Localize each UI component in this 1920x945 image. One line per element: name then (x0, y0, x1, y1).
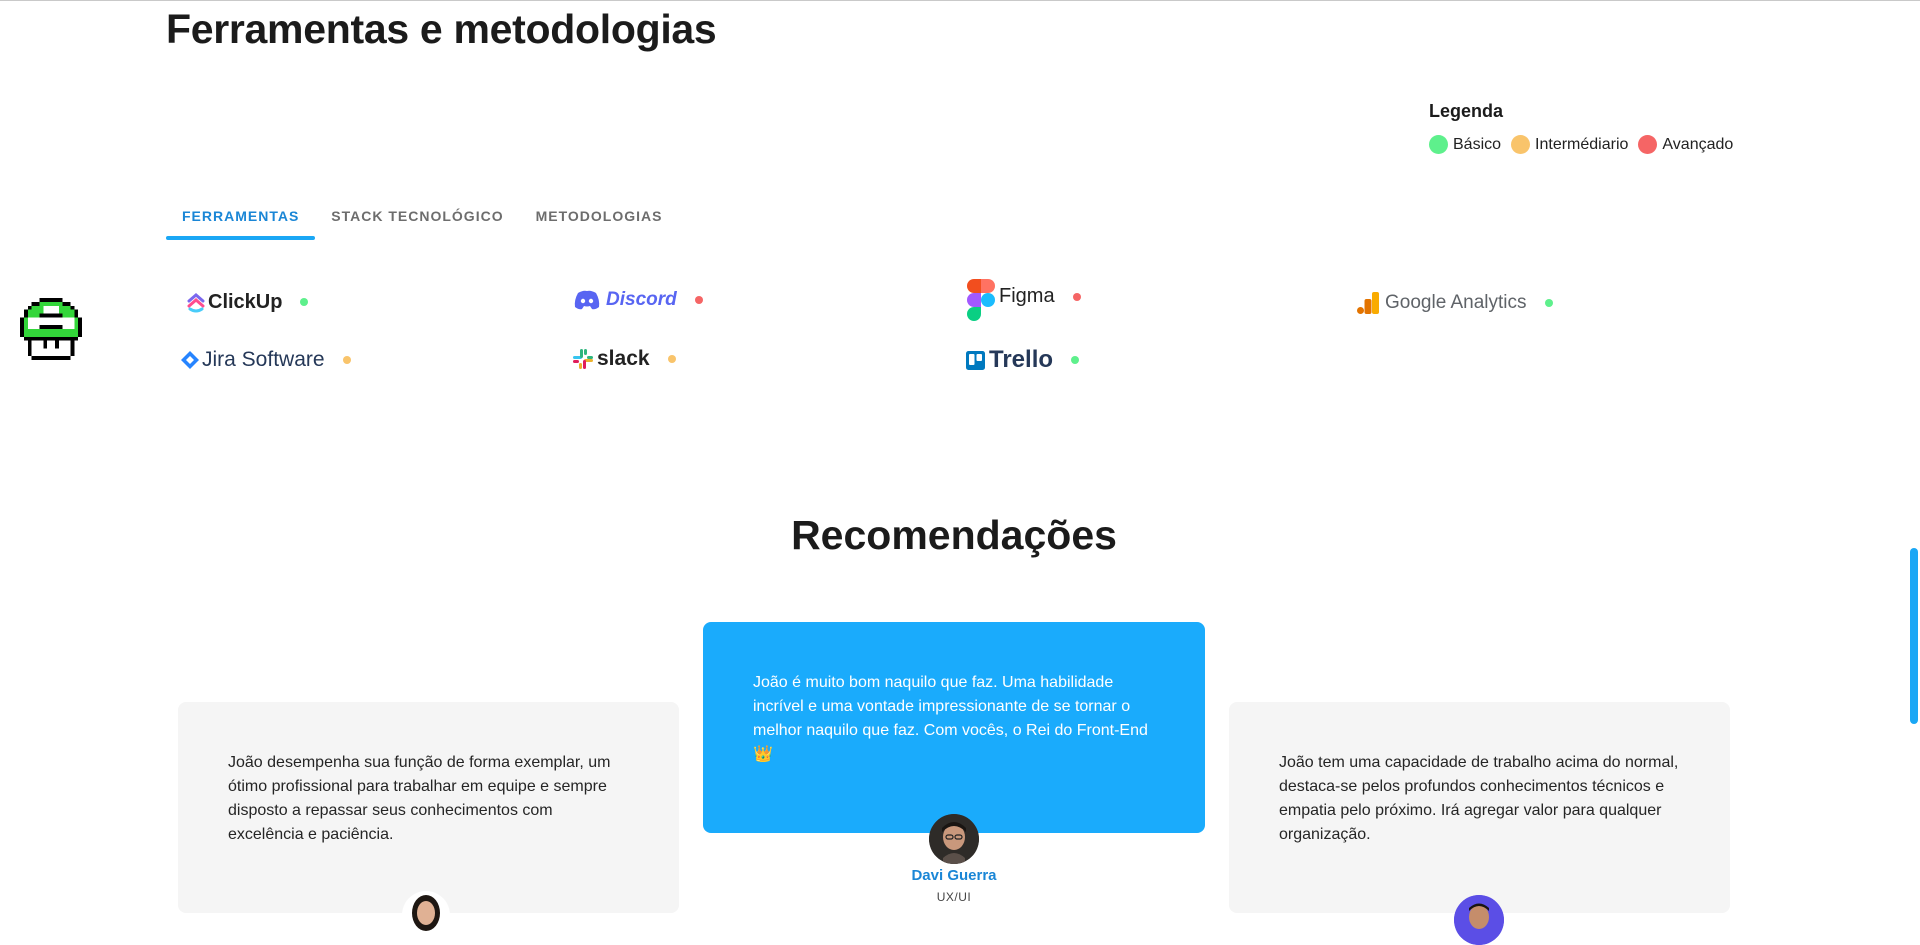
intermediate-dot-icon (1511, 135, 1531, 154)
tab-stack-tecnologico[interactable]: STACK TECNOLÓGICO (315, 200, 519, 240)
tool-name: Google Analytics (1385, 292, 1527, 313)
tool-name: slack (597, 347, 650, 370)
recommender-role: UX/UI (936, 890, 972, 904)
level-intermediate-dot-icon (342, 356, 351, 364)
tab-bar: FERRAMENTAS STACK TECNOLÓGICO METODOLOGI… (166, 200, 678, 240)
tool-slack: slack (573, 339, 676, 379)
level-basic-dot-icon (1544, 299, 1553, 307)
tool-clickup: ClickUp (186, 282, 309, 322)
legend-title: Legenda (1429, 101, 1504, 121)
tool-google-analytics: Google Analytics (1357, 283, 1553, 323)
trello-logo-icon (966, 350, 985, 370)
legend-label: Avançado (1662, 135, 1734, 153)
google-analytics-logo-icon (1357, 292, 1379, 314)
section-title: Ferramentas e metodologias (166, 6, 717, 52)
figma-logo-icon (967, 279, 995, 321)
tool-trello: Trello (966, 340, 1080, 380)
clickup-logo-icon (187, 293, 205, 313)
level-intermediate-dot-icon (667, 355, 676, 363)
level-basic-dot-icon (1071, 356, 1080, 364)
tool-name: Discord (606, 289, 677, 310)
recommendation-card: João tem uma capacidade de trabalho acim… (1229, 702, 1730, 913)
legend-item-basic: Básico (1429, 135, 1501, 154)
legend-item-advanced: Avançado (1638, 135, 1733, 154)
tab-ferramentas[interactable]: FERRAMENTAS (166, 200, 316, 240)
tool-jira: Jira Software (181, 340, 351, 380)
recommendations-title: Recomendações (791, 512, 1117, 558)
basic-dot-icon (1429, 135, 1448, 154)
recommendation-card: João desempenha sua função de forma exem… (178, 702, 679, 913)
tab-metodologias[interactable]: METODOLOGIAS (520, 200, 679, 240)
tool-name: Jira Software (202, 348, 325, 371)
tool-name: ClickUp (208, 290, 283, 313)
recommendation-card-featured: João é muito bom naquilo que faz. Uma ha… (703, 622, 1205, 833)
top-border (0, 0, 1920, 1)
tool-figma: Figma (967, 279, 1081, 321)
advanced-dot-icon (1638, 135, 1658, 154)
recommendation-text: João é muito bom naquilo que faz. Uma ha… (753, 674, 1148, 763)
legend-item-intermediate: Intermédiario (1511, 135, 1628, 154)
tool-name: Figma (999, 284, 1055, 307)
recommendation-text: João desempenha sua função de forma exem… (228, 754, 611, 843)
legend-label: Intermédiario (1535, 135, 1629, 153)
recommendation-text: João tem uma capacidade de trabalho acim… (1279, 754, 1679, 843)
recommender-name: Davi Guerra (911, 867, 997, 884)
tool-discord: Discord (574, 280, 703, 320)
legend: Básico Intermédiario Avançado (1429, 135, 1743, 154)
tool-name: Trello (989, 346, 1054, 373)
avatar (1454, 895, 1504, 945)
legend-label: Básico (1453, 135, 1502, 153)
level-advanced-dot-icon (694, 296, 703, 304)
avatar (402, 891, 450, 939)
avatar (929, 814, 979, 864)
level-basic-dot-icon (300, 298, 309, 306)
slack-logo-icon (573, 349, 593, 369)
discord-logo-icon (574, 290, 600, 310)
jira-logo-icon (181, 351, 199, 369)
mushroom-icon (20, 298, 82, 360)
scrollbar-thumb[interactable] (1910, 548, 1918, 724)
level-advanced-dot-icon (1072, 293, 1081, 301)
